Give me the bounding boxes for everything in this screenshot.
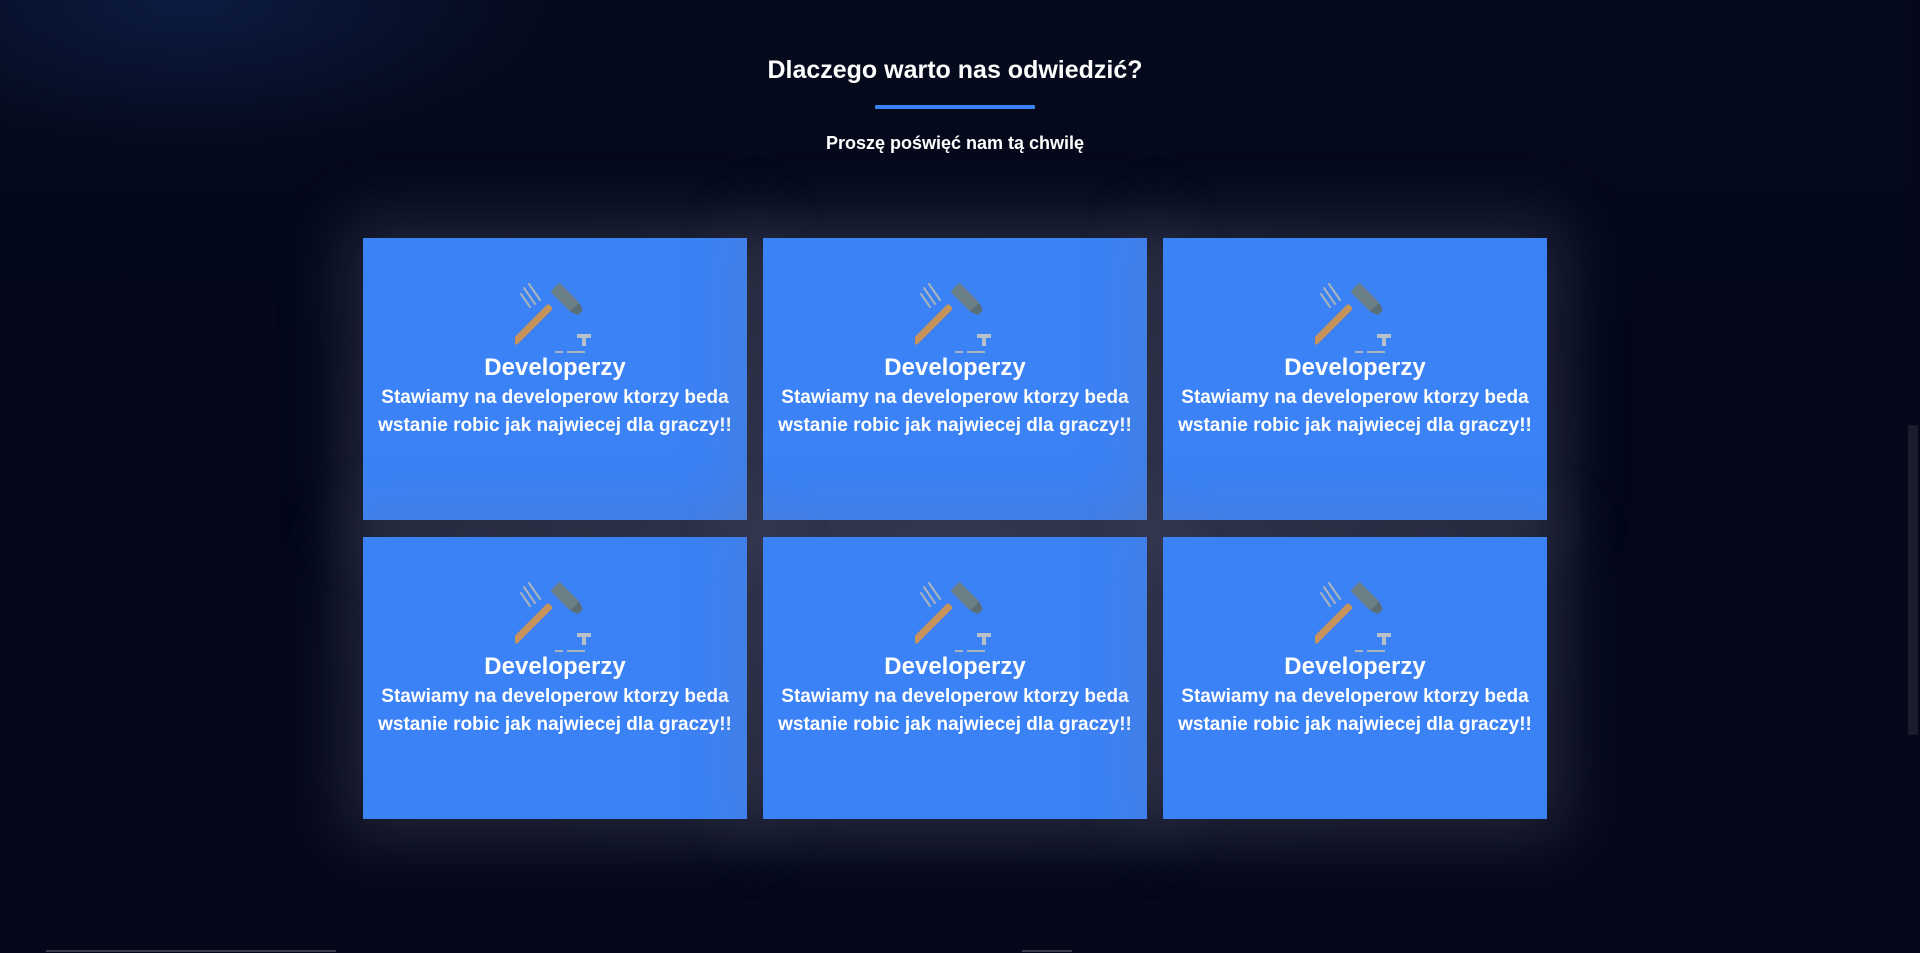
card-text: Stawiamy na developerow ktorzy beda wsta… (1178, 686, 1532, 735)
horizontal-scrollbar-segment (46, 950, 336, 952)
page: Dlaczego warto nas odwiedzić? Proszę poś… (0, 0, 1920, 953)
hammer-icon (1315, 283, 1391, 353)
feature-card: Developerzy Stawiamy na developerow ktor… (1163, 537, 1547, 819)
vertical-scrollbar[interactable] (1905, 0, 1920, 953)
horizontal-scrollbar-segment (1022, 950, 1072, 952)
card-text: Stawiamy na developerow ktorzy beda wsta… (778, 387, 1132, 436)
card-title: Developerzy (1284, 354, 1426, 381)
card-title: Developerzy (884, 653, 1026, 680)
card-title: Developerzy (884, 354, 1026, 381)
card-text: Stawiamy na developerow ktorzy beda wsta… (778, 686, 1132, 735)
section-subtitle: Proszę poświęć nam tą chwilę (825, 133, 1085, 153)
hammer-icon (915, 582, 991, 652)
title-underline (875, 105, 1035, 109)
feature-card: Developerzy Stawiamy na developerow ktor… (763, 537, 1147, 819)
feature-card: Developerzy Stawiamy na developerow ktor… (763, 238, 1147, 520)
hammer-icon (515, 283, 591, 353)
scrollbar-thumb[interactable] (1908, 425, 1918, 735)
feature-card: Developerzy Stawiamy na developerow ktor… (363, 537, 747, 819)
feature-card: Developerzy Stawiamy na developerow ktor… (363, 238, 747, 520)
hammer-icon (915, 283, 991, 353)
section-title: Dlaczego warto nas odwiedzić? (767, 56, 1143, 84)
feature-card: Developerzy Stawiamy na developerow ktor… (1163, 238, 1547, 520)
card-text: Stawiamy na developerow ktorzy beda wsta… (378, 686, 732, 735)
card-text: Stawiamy na developerow ktorzy beda wsta… (1178, 387, 1532, 436)
hammer-icon (515, 582, 591, 652)
card-title: Developerzy (1284, 653, 1426, 680)
hammer-icon (1315, 582, 1391, 652)
card-title: Developerzy (484, 653, 626, 680)
card-title: Developerzy (484, 354, 626, 381)
card-text: Stawiamy na developerow ktorzy beda wsta… (378, 387, 732, 436)
